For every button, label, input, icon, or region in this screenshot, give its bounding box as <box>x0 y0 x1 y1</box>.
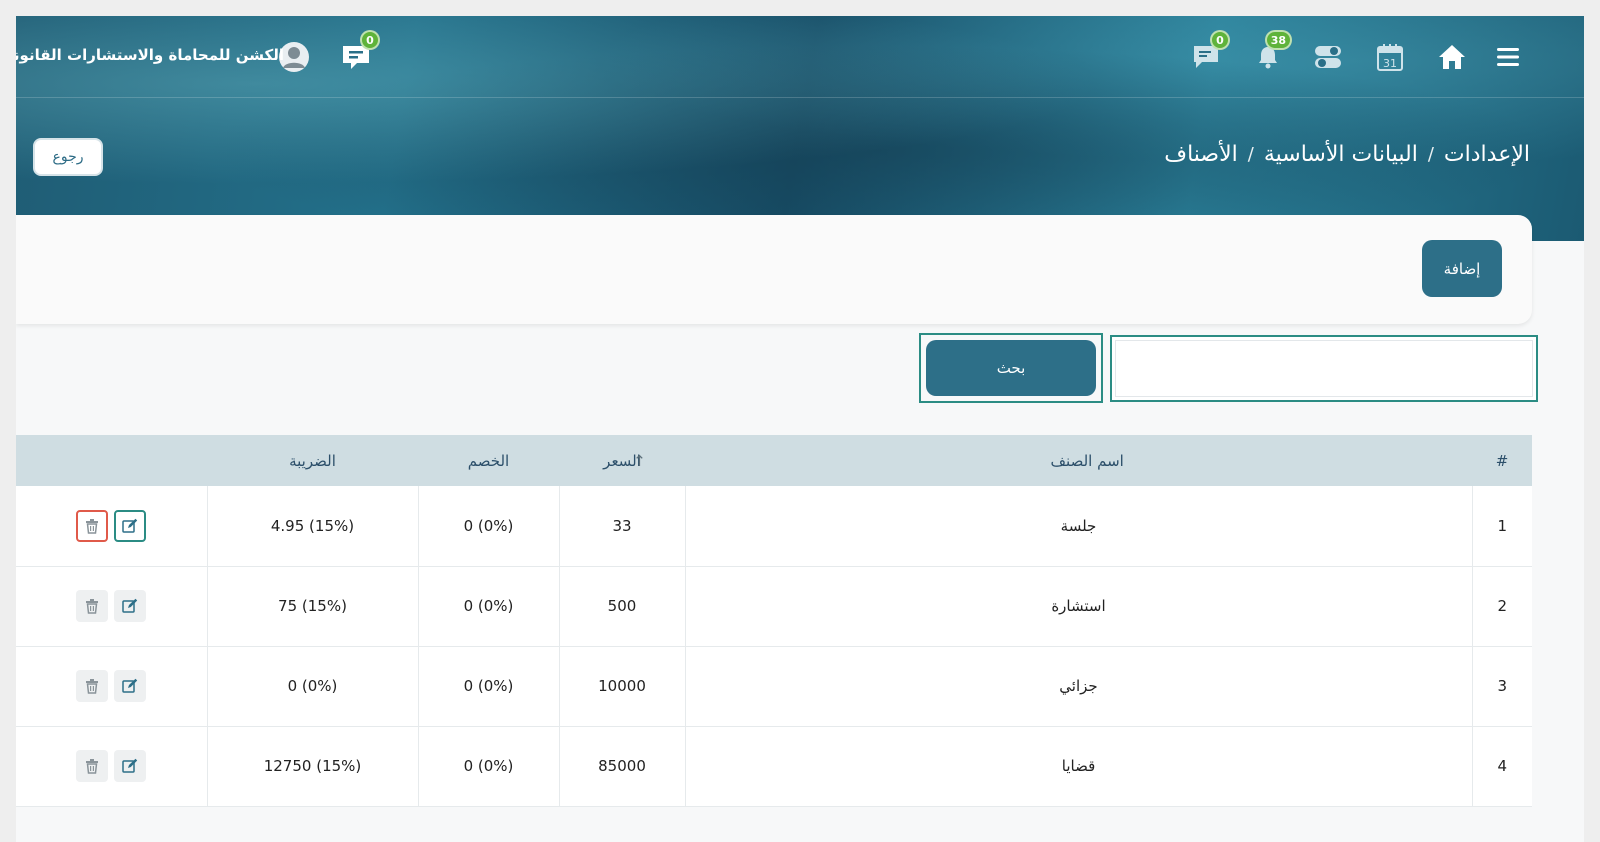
delete-button[interactable] <box>76 590 109 622</box>
messages-icon[interactable]: 0 <box>1186 30 1230 76</box>
cell-name: استشارة <box>684 566 1472 647</box>
cell-tax: (15%) 4.95 <box>206 486 418 567</box>
table-row: 2 استشارة 500 (0%) 0 (15%) 75 <box>16 566 1532 647</box>
edit-icon <box>122 758 138 773</box>
cell-price: 85000 <box>558 726 685 807</box>
edit-button[interactable] <box>114 509 147 542</box>
cell-name: قضايا <box>684 726 1472 807</box>
col-header-index: # <box>1472 435 1532 486</box>
cell-price: 10000 <box>558 646 685 727</box>
notifications-badge: 38 <box>1264 30 1292 50</box>
breadcrumb-separator: / <box>1247 144 1254 165</box>
search-button[interactable]: بحث <box>926 340 1096 396</box>
cell-discount: (0%) 0 <box>417 726 559 807</box>
cell-index: 2 <box>1471 566 1532 647</box>
delete-button[interactable] <box>76 670 109 702</box>
search-input[interactable] <box>1115 340 1533 397</box>
edit-button[interactable] <box>114 670 147 702</box>
col-header-actions <box>16 435 207 486</box>
col-header-tax[interactable]: الضريبة <box>207 435 418 486</box>
cell-actions <box>16 646 207 727</box>
cell-tax: (15%) 75 <box>206 566 418 647</box>
messages-badge: 0 <box>1210 30 1230 50</box>
cell-discount: (0%) 0 <box>417 566 559 647</box>
table-row: 1 جلسة 33 (0%) 0 (15%) 4.95 <box>16 486 1532 567</box>
firm-name: الكشن للمحاماة والاستشارات القانونية <box>16 46 284 64</box>
add-button[interactable]: إضافة <box>1422 240 1502 297</box>
calendar-icon[interactable]: 31 <box>1370 38 1410 76</box>
trash-icon <box>86 599 99 614</box>
cell-discount: (0%) 0 <box>417 646 559 727</box>
calendar-day-text: 31 <box>1383 57 1397 70</box>
table-header-row: # اسم الصنف ↑ السعر الخصم الضريبة <box>16 435 1532 486</box>
search-box <box>1110 335 1538 402</box>
cell-name: جلسة <box>684 486 1472 567</box>
home-icon[interactable] <box>1432 38 1472 76</box>
breadcrumb-separator: / <box>1427 144 1434 165</box>
cell-tax: (0%) 0 <box>206 646 418 727</box>
cell-actions <box>16 566 207 647</box>
chat-badge: 0 <box>360 30 380 50</box>
trash-icon <box>86 759 99 774</box>
trash-icon <box>86 679 99 694</box>
search-button-wrap: بحث <box>919 333 1103 403</box>
breadcrumb-item-items: الأصناف <box>1164 142 1238 167</box>
col-header-price[interactable]: السعر <box>559 435 685 486</box>
cell-index: 4 <box>1471 726 1532 807</box>
breadcrumb: الإعدادات / البيانات الأساسية / الأصناف <box>1164 142 1530 167</box>
chat-icon[interactable]: 0 <box>336 30 380 76</box>
cell-tax: (15%) 12750 <box>206 726 418 807</box>
header-banner: 31 38 0 0 الكشن للمحاماة والاستشارات الق <box>16 16 1584 241</box>
edit-button[interactable] <box>114 590 147 622</box>
col-header-name-label: اسم الصنف <box>1050 451 1124 470</box>
edit-button[interactable] <box>114 750 147 782</box>
toggle-settings-icon[interactable] <box>1308 38 1348 76</box>
table-row: 3 جزائي 10000 (0%) 0 (0%) 0 <box>16 646 1532 727</box>
sort-arrow-up-icon[interactable]: ↑ <box>633 452 646 470</box>
items-table: # اسم الصنف ↑ السعر الخصم الضريبة 1 جلسة… <box>16 435 1532 807</box>
cell-actions <box>16 486 207 567</box>
table-row: 4 قضايا 85000 (0%) 0 (15%) 12750 <box>16 726 1532 807</box>
breadcrumb-item-basic-data[interactable]: البيانات الأساسية <box>1264 142 1418 167</box>
edit-icon <box>122 678 138 693</box>
delete-button[interactable] <box>76 750 109 782</box>
col-header-discount[interactable]: الخصم <box>418 435 559 486</box>
edit-icon <box>122 598 138 613</box>
col-header-name[interactable]: اسم الصنف ↑ <box>633 435 1472 486</box>
cell-discount: (0%) 0 <box>417 486 559 567</box>
back-button[interactable]: رجوع <box>33 138 103 176</box>
actions-panel: إضافة <box>16 215 1532 324</box>
cell-name: جزائي <box>684 646 1472 727</box>
trash-icon <box>86 518 99 534</box>
cell-price: 33 <box>558 486 685 567</box>
breadcrumb-item-settings[interactable]: الإعدادات <box>1444 142 1530 167</box>
cell-actions <box>16 726 207 807</box>
menu-icon[interactable] <box>1488 38 1528 76</box>
top-bar: 31 38 0 0 الكشن للمحاماة والاستشارات الق <box>16 16 1584 98</box>
cell-index: 3 <box>1471 646 1532 727</box>
cell-index: 1 <box>1471 486 1532 567</box>
notifications-bell-icon[interactable]: 38 <box>1248 30 1292 76</box>
app-frame: 31 38 0 0 الكشن للمحاماة والاستشارات الق <box>16 16 1584 842</box>
edit-icon <box>122 518 138 533</box>
delete-button[interactable] <box>76 509 109 542</box>
cell-price: 500 <box>558 566 685 647</box>
